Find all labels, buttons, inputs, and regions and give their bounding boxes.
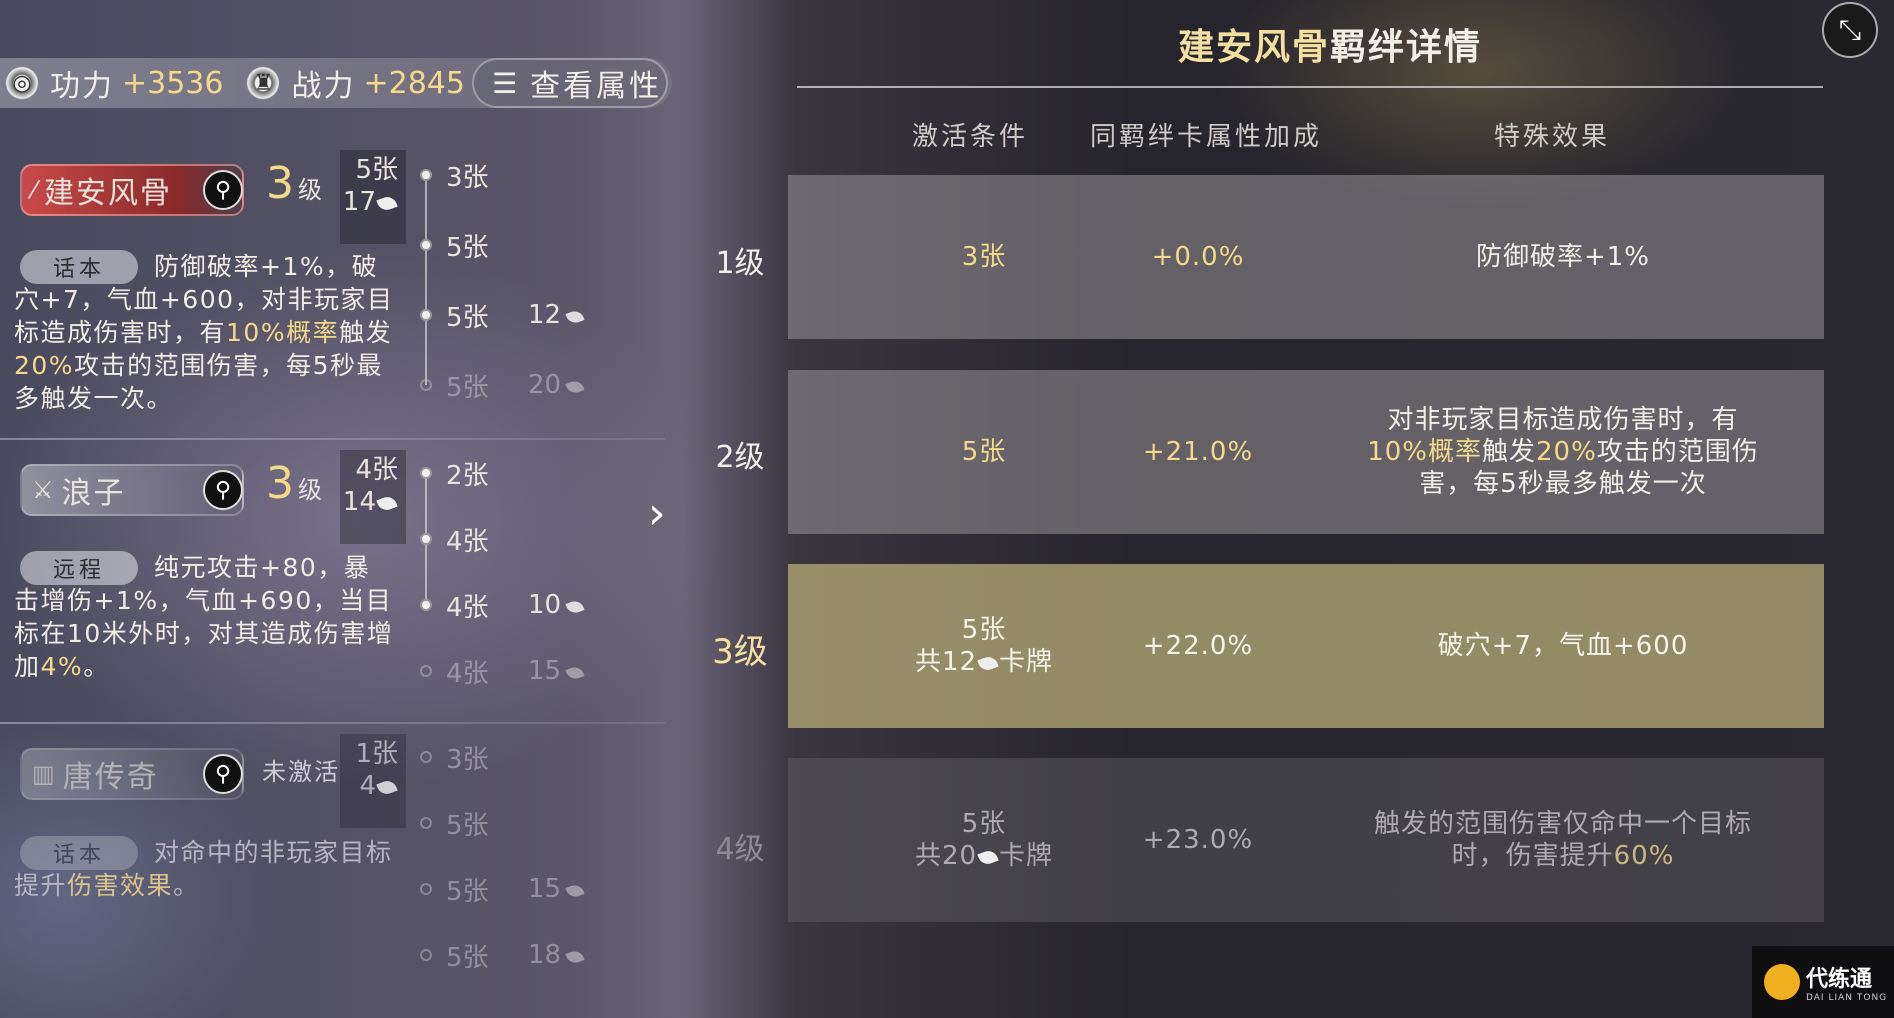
tier-item: 4张 10	[420, 572, 600, 638]
leaf-icon	[376, 194, 398, 213]
level-row-active: 5张 共12 卡牌 +22.0% 破穴+7，气血+600	[788, 564, 1824, 728]
tier-item: 3张	[420, 724, 600, 790]
combat-value: +2845	[363, 65, 465, 101]
row-level: 4级	[715, 832, 765, 867]
leaf-icon	[376, 778, 398, 797]
bond-description: 纯元攻击+80，暴击增伤+1%，气血+690，当目标在10米外时，对其造成伤害增…	[14, 553, 394, 681]
search-icon[interactable]: ⚲	[203, 170, 243, 210]
power-value: +3536	[122, 65, 224, 101]
power-icon: ◎	[4, 65, 40, 101]
tier-item: 2张	[420, 440, 600, 506]
logo-icon	[1764, 964, 1800, 1000]
view-attributes-button[interactable]: ☰ 查看属性	[472, 58, 668, 108]
row-level: 3级	[712, 632, 768, 672]
bond-tier-list: 2张 4张 4张 10 4张 15	[420, 440, 600, 704]
row-bonus: +21.0%	[1142, 437, 1254, 467]
column-header-effect: 特殊效果	[1494, 122, 1611, 152]
bond-name: 浪子	[61, 476, 126, 511]
row-effect: 防御破率+1%	[1475, 242, 1651, 272]
stats-bar: ◎ 功力 +3536 ♜ 战力 +2845 ☰ 查看属性	[0, 58, 672, 108]
row-bonus: +0.0%	[1151, 242, 1245, 272]
inactive-label: 未激活	[262, 758, 340, 786]
row-bonus: +22.0%	[1142, 631, 1254, 661]
leaf-icon	[565, 308, 585, 326]
bond-description: 对命中的非玩家目标提升伤害效果。	[14, 838, 393, 900]
leaf-icon	[565, 598, 585, 616]
column-header-bonus: 同羁绊卡属性加成	[1090, 122, 1323, 152]
bond-card-count: 5张 17	[340, 150, 406, 244]
bond-name: 唐传奇	[62, 760, 159, 795]
tier-item: 5张	[420, 790, 600, 856]
tier-item: 5张 15	[420, 856, 600, 922]
leaf-icon	[565, 948, 585, 966]
row-bonus: +23.0%	[1142, 825, 1254, 855]
power-stat: ◎ 功力 +3536	[0, 58, 223, 108]
bond-card-count: 4张 14	[340, 450, 406, 544]
sword-icon: ⚔	[32, 476, 56, 504]
combat-icon: ♜	[245, 65, 282, 101]
leaf-icon	[565, 378, 585, 396]
bond-name: 建安风骨	[44, 176, 173, 211]
list-icon: ☰	[492, 66, 521, 100]
title-divider	[797, 86, 1823, 88]
column-header-condition: 激活条件	[912, 122, 1029, 152]
tier-item: 5张	[420, 210, 600, 280]
chevron-right-icon[interactable]: ›	[648, 488, 666, 539]
bond-level: 3级	[266, 458, 322, 509]
search-icon[interactable]: ⚲	[203, 470, 243, 510]
watermark-logo: 代练通 DAI LIAN TONG	[1752, 946, 1894, 1018]
view-attributes-label: 查看属性	[530, 69, 663, 104]
level-row-locked: 5张 共20 卡牌 +23.0% 触发的范围伤害仅命中一个目标时，伤害提升60%	[788, 758, 1824, 922]
game-screen: ◎ 功力 +3536 ♜ 战力 +2845 ☰ 查看属性 ⁄ 建安风骨 ⚲ 3级…	[0, 0, 1894, 1018]
row-level: 2级	[715, 440, 765, 475]
leaf-icon	[565, 664, 585, 682]
tier-item: 5张 20	[420, 350, 600, 420]
level-row: 5张 +21.0% 对非玩家目标造成伤害时，有10%概率触发20%攻击的范围伤害…	[788, 370, 1824, 534]
level-row: 3张 +0.0% 防御破率+1%	[788, 175, 1824, 339]
book-icon: ▥	[32, 760, 57, 788]
power-label: 功力	[50, 69, 114, 104]
combat-stat: ♜ 战力 +2845	[241, 58, 465, 108]
leaf-icon	[977, 848, 999, 867]
combat-label: 战力	[291, 69, 356, 104]
row-effect: 触发的范围伤害仅命中一个目标时，伤害提升60%	[1373, 809, 1752, 871]
brush-icon: ⁄	[32, 176, 39, 204]
search-icon[interactable]: ⚲	[203, 754, 243, 794]
tier-item: 5张 12	[420, 280, 600, 350]
bond-description: 防御破率+1%，破穴+7，气血+600，对非玩家目标造成伤害时，有10%概率触发…	[14, 252, 394, 413]
leaf-icon	[977, 654, 999, 673]
leaf-icon	[376, 494, 398, 513]
tier-item: 3张	[420, 140, 600, 210]
bond-tier-list: 3张 5张 5张 12 5张 20	[420, 140, 600, 420]
row-effect: 对非玩家目标造成伤害时，有10%概率触发20%攻击的范围伤害，每5秒最多触发一次	[1367, 405, 1759, 499]
panel-title: 建安风骨羁绊详情	[1177, 26, 1483, 68]
bond-tier-list: 3张 5张 5张 15 5张 18	[420, 724, 600, 988]
tier-item: 5张 18	[420, 922, 600, 988]
leaf-icon	[565, 882, 585, 900]
row-level: 1级	[715, 246, 765, 281]
collapse-icon[interactable]: ⤡	[1822, 2, 1878, 58]
row-effect: 破穴+7，气血+600	[1437, 631, 1689, 661]
tier-item: 4张	[420, 506, 600, 572]
tier-item: 4张 15	[420, 638, 600, 704]
bond-card-count: 1张 4	[340, 734, 406, 828]
bond-level: 3级	[266, 158, 322, 209]
